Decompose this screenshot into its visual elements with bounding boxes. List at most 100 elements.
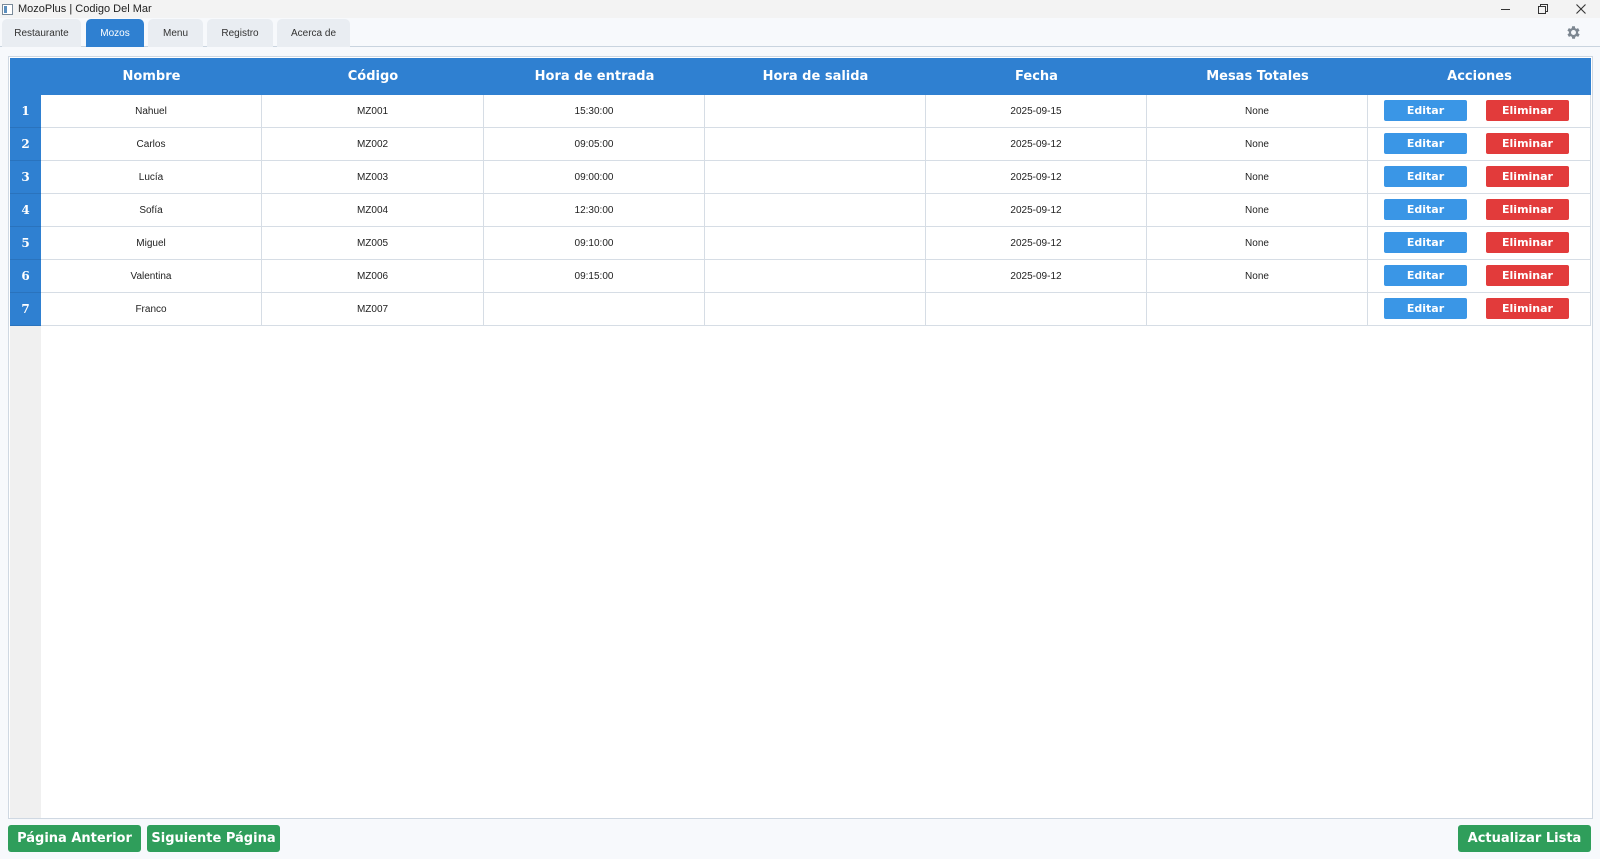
edit-button[interactable]: Editar [1384,232,1467,253]
table-row: 2 Carlos MZ002 09:05:00 2025-09-12 None Editar… [10,128,1591,161]
cell-fecha[interactable] [926,293,1147,326]
cell-mesas-totales[interactable] [1147,293,1368,326]
delete-button[interactable]: Eliminar [1486,199,1569,220]
edit-button[interactable]: Editar [1384,166,1467,187]
table-row: 5 Miguel MZ005 09:10:00 2025-09-12 None Editar… [10,227,1591,260]
cell-mesas-totales[interactable]: None [1147,194,1368,227]
table-row: 7 Franco MZ007 Editar Eliminar [10,293,1591,326]
row-number: 3 [10,161,41,194]
row-number: 2 [10,128,41,161]
delete-button[interactable]: Eliminar [1486,298,1569,319]
next-page-button[interactable]: Siguiente Página [147,825,280,852]
cell-codigo[interactable]: MZ005 [262,227,484,260]
minimize-icon[interactable] [1486,0,1524,18]
header-hora-entrada: Hora de entrada [534,69,655,84]
cell-acciones: Editar Eliminar [1368,227,1591,260]
window-title: MozoPlus | Codigo Del Mar [18,3,152,15]
cell-hora-salida[interactable] [705,293,926,326]
tab-acerca-de[interactable]: Acerca de [277,19,350,47]
cell-acciones: Editar Eliminar [1368,161,1591,194]
cell-hora-salida[interactable] [705,194,926,227]
cell-acciones: Editar Eliminar [1368,260,1591,293]
cell-acciones: Editar Eliminar [1368,293,1591,326]
cell-hora-entrada[interactable]: 09:10:00 [484,227,705,260]
tab-restaurante[interactable]: Restaurante [2,19,81,47]
cell-hora-salida[interactable] [705,161,926,194]
cell-hora-salida[interactable] [705,95,926,128]
cell-hora-entrada[interactable]: 09:05:00 [484,128,705,161]
edit-button[interactable]: Editar [1384,298,1467,319]
window-controls [1486,0,1600,18]
cell-codigo[interactable]: MZ004 [262,194,484,227]
cell-codigo[interactable]: MZ006 [262,260,484,293]
delete-button[interactable]: Eliminar [1486,232,1569,253]
cell-mesas-totales[interactable]: None [1147,128,1368,161]
table-header: Nombre Código Hora de entrada Hora de sa… [10,58,1591,95]
row-number: 7 [10,293,41,326]
header-acciones: Acciones [1447,69,1512,84]
title-bar: MozoPlus | Codigo Del Mar [0,0,1600,18]
previous-page-button[interactable]: Página Anterior [8,825,141,852]
cell-hora-entrada[interactable]: 12:30:00 [484,194,705,227]
cell-acciones: Editar Eliminar [1368,128,1591,161]
cell-hora-entrada[interactable]: 09:15:00 [484,260,705,293]
table-row: 3 Lucía MZ003 09:00:00 2025-09-12 None Editar E… [10,161,1591,194]
edit-button[interactable]: Editar [1384,133,1467,154]
cell-hora-entrada[interactable]: 15:30:00 [484,95,705,128]
cell-hora-salida[interactable] [705,227,926,260]
app-icon [2,3,13,15]
cell-fecha[interactable]: 2025-09-12 [926,260,1147,293]
delete-button[interactable]: Eliminar [1486,265,1569,286]
cell-mesas-totales[interactable]: None [1147,227,1368,260]
close-icon[interactable] [1562,0,1600,18]
delete-button[interactable]: Eliminar [1486,100,1569,121]
tab-registro[interactable]: Registro [207,19,273,47]
cell-codigo[interactable]: MZ001 [262,95,484,128]
cell-nombre[interactable]: Franco [41,293,262,326]
header-mesas-totales: Mesas Totales [1206,69,1309,84]
cell-fecha[interactable]: 2025-09-12 [926,227,1147,260]
delete-button[interactable]: Eliminar [1486,166,1569,187]
table-row: 4 Sofía MZ004 12:30:00 2025-09-12 None Editar E… [10,194,1591,227]
row-number: 4 [10,194,41,227]
row-number: 6 [10,260,41,293]
cell-nombre[interactable]: Miguel [41,227,262,260]
gear-icon[interactable] [1565,24,1582,41]
cell-hora-entrada[interactable]: 09:00:00 [484,161,705,194]
cell-mesas-totales[interactable]: None [1147,260,1368,293]
cell-hora-entrada[interactable] [484,293,705,326]
refresh-list-button[interactable]: Actualizar Lista [1458,825,1591,852]
edit-button[interactable]: Editar [1384,100,1467,121]
cell-acciones: Editar Eliminar [1368,194,1591,227]
delete-button[interactable]: Eliminar [1486,133,1569,154]
cell-mesas-totales[interactable]: None [1147,95,1368,128]
cell-nombre[interactable]: Lucía [41,161,262,194]
edit-button[interactable]: Editar [1384,199,1467,220]
cell-hora-salida[interactable] [705,260,926,293]
cell-hora-salida[interactable] [705,128,926,161]
cell-fecha[interactable]: 2025-09-12 [926,161,1147,194]
table-row: 6 Valentina MZ006 09:15:00 2025-09-12 None Edi… [10,260,1591,293]
tab-bar: Restaurante Mozos Menu Registro Acerca d… [0,18,1600,47]
edit-button[interactable]: Editar [1384,265,1467,286]
cell-nombre[interactable]: Sofía [41,194,262,227]
cell-fecha[interactable]: 2025-09-15 [926,95,1147,128]
restore-icon[interactable] [1524,0,1562,18]
cell-nombre[interactable]: Nahuel [41,95,262,128]
header-hora-salida: Hora de salida [762,69,869,84]
header-fecha: Fecha [1015,69,1058,84]
cell-mesas-totales[interactable]: None [1147,161,1368,194]
cell-nombre[interactable]: Valentina [41,260,262,293]
table-row: 1 Nahuel MZ001 15:30:00 2025-09-15 None Editar… [10,95,1591,128]
cell-codigo[interactable]: MZ002 [262,128,484,161]
tab-menu[interactable]: Menu [148,19,203,47]
cell-fecha[interactable]: 2025-09-12 [926,128,1147,161]
tab-mozos[interactable]: Mozos [86,19,144,47]
cell-codigo[interactable]: MZ003 [262,161,484,194]
cell-codigo[interactable]: MZ007 [262,293,484,326]
header-nombre: Nombre [122,69,181,84]
cell-nombre[interactable]: Carlos [41,128,262,161]
cell-fecha[interactable]: 2025-09-12 [926,194,1147,227]
header-corner [10,58,41,95]
row-number: 1 [10,95,41,128]
